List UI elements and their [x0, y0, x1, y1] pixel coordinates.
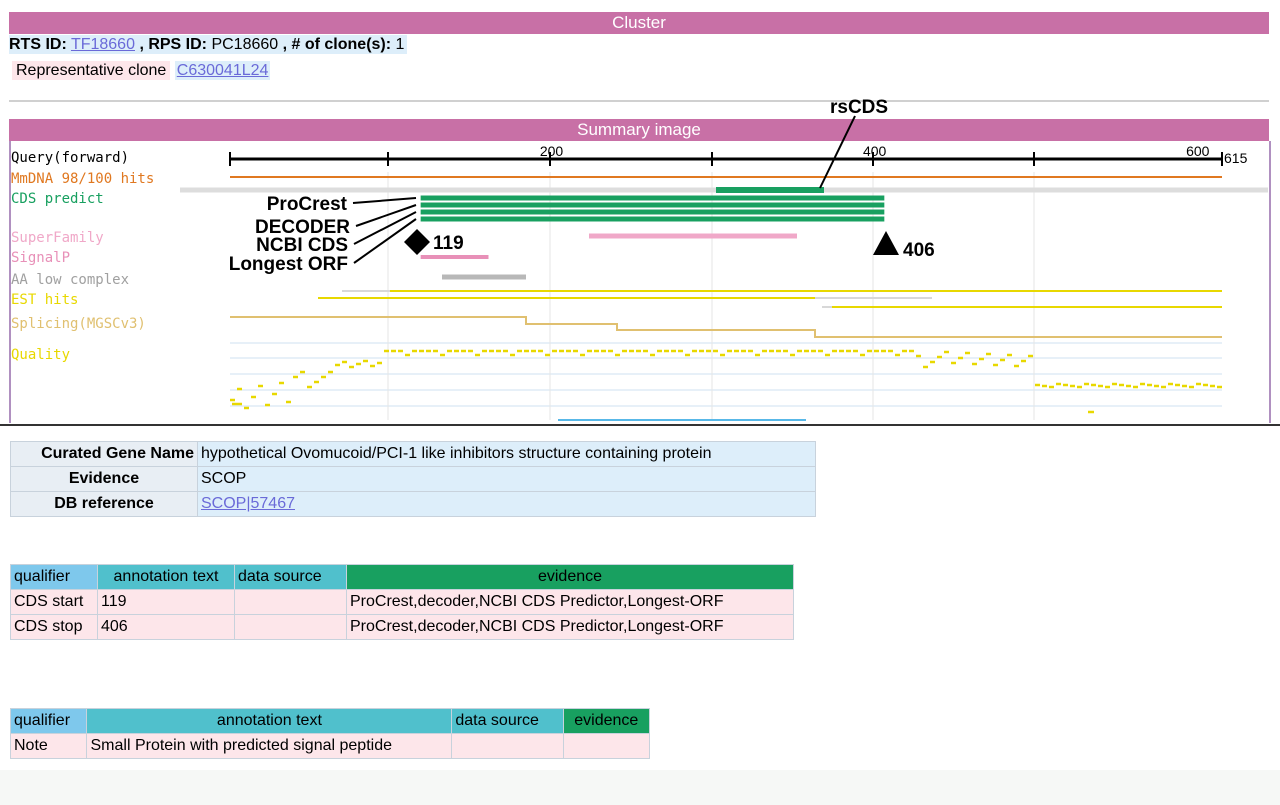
cds-stop-triangle [873, 231, 899, 255]
gene-info-table: Curated Gene Name hypothetical Ovomucoid/… [10, 441, 816, 517]
qualifier-cell [562, 733, 651, 759]
qualifier-header: evidence [346, 564, 794, 590]
qualifier-cell: 119 [97, 589, 235, 615]
note-qualifier-table: qualifier annotation text data source evide… [9, 708, 651, 759]
annotation-pointer [355, 204, 417, 227]
qualifier-cell: Small Protein with predicted signal pept… [86, 733, 453, 759]
rps-label: , RPS ID: [139, 36, 207, 53]
procrest-label: ProCrest [267, 194, 348, 215]
qualifier-row: CDS stop 406 ProCrest,decoder,NCBI CDS Pre… [10, 614, 794, 640]
gene-row: Evidence SCOP [10, 466, 816, 492]
qualifier-cell: CDS start [10, 589, 98, 615]
axis-end-label: 615 [1224, 150, 1248, 166]
qualifier-cell [234, 589, 347, 615]
qualifier-cell: ProCrest,decoder,NCBI CDS Predictor,Long… [346, 589, 794, 615]
qualifier-cell: Note [9, 733, 88, 759]
gene-value[interactable]: SCOP|57467 [197, 491, 816, 517]
qualifier-header: annotation text [86, 708, 453, 734]
qualifier-cell: CDS stop [10, 614, 98, 640]
gene-value: SCOP [197, 466, 816, 492]
qualifier-cell: ProCrest,decoder,NCBI CDS Predictor,Long… [346, 614, 794, 640]
rts-id-link[interactable]: TF18660 [71, 36, 135, 53]
cds-stop-label: 406 [903, 240, 935, 261]
cds-start-diamond [404, 229, 430, 255]
rep-clone-label: Representative clone [12, 61, 171, 80]
longest-orf-label: Longest ORF [229, 254, 348, 275]
rts-label: RTS ID: [9, 36, 67, 53]
axis-tick-label: 600 [1186, 143, 1210, 159]
db-reference-link[interactable]: SCOP|57467 [201, 495, 295, 512]
splicing-line [230, 316, 1222, 338]
qualifier-header-row: qualifier annotation text data source evide… [10, 564, 794, 590]
qualifier-cell [451, 733, 564, 759]
section-rule [0, 424, 1280, 426]
footer-band [0, 770, 1280, 805]
qualifier-header: data source [451, 708, 564, 734]
clones-label: , # of clone(s): [282, 36, 392, 53]
gene-key: DB reference [10, 491, 198, 517]
qualifier-header: annotation text [97, 564, 235, 590]
cluster-header: Cluster [9, 12, 1269, 34]
qualifier-header: qualifier [9, 708, 88, 734]
gene-row: DB reference SCOP|57467 [10, 491, 816, 517]
qualifier-header: data source [234, 564, 347, 590]
cds-start-label: 119 [433, 233, 464, 254]
rscds-label: rsCDS [830, 97, 888, 118]
annotation-pointer [352, 197, 417, 204]
qualifier-row: CDS start 119 ProCrest,decoder,NCBI CDS Pr… [10, 589, 794, 615]
rep-clone-link[interactable]: C630041L24 [174, 61, 271, 80]
representative-clone-row: Representative clone C630041L24 [12, 61, 271, 80]
axis-tick-label: 200 [540, 143, 564, 159]
cds-qualifier-table: qualifier annotation text data source evide… [10, 564, 794, 640]
summary-image: 200 400 600 615rsCDSProCrestDECODERNCBI CDS… [180, 97, 1268, 421]
axis-tick-label: 400 [863, 143, 887, 159]
qualifier-cell: 406 [97, 614, 235, 640]
ncbi-cds-label: NCBI CDS [256, 235, 348, 256]
gene-row: Curated Gene Name hypothetical Ovomucoid/… [10, 441, 816, 467]
clones-count: 1 [395, 36, 405, 53]
cluster-info: RTS ID: TF18660 , RPS ID: PC18660 , # of… [9, 35, 408, 54]
rps-id: PC18660 [211, 36, 279, 53]
gene-key: Evidence [10, 466, 198, 492]
qualifier-header-row: qualifier annotation text data source evide… [9, 708, 651, 734]
gene-key: Curated Gene Name [10, 441, 198, 467]
gene-value: hypothetical Ovomucoid/PCI-1 like inhibi… [197, 441, 816, 467]
qualifier-row: Note Small Protein with predicted signal … [9, 733, 651, 759]
qualifier-cell [234, 614, 347, 640]
qualifier-header: qualifier [10, 564, 98, 590]
qualifier-header: evidence [562, 708, 651, 734]
